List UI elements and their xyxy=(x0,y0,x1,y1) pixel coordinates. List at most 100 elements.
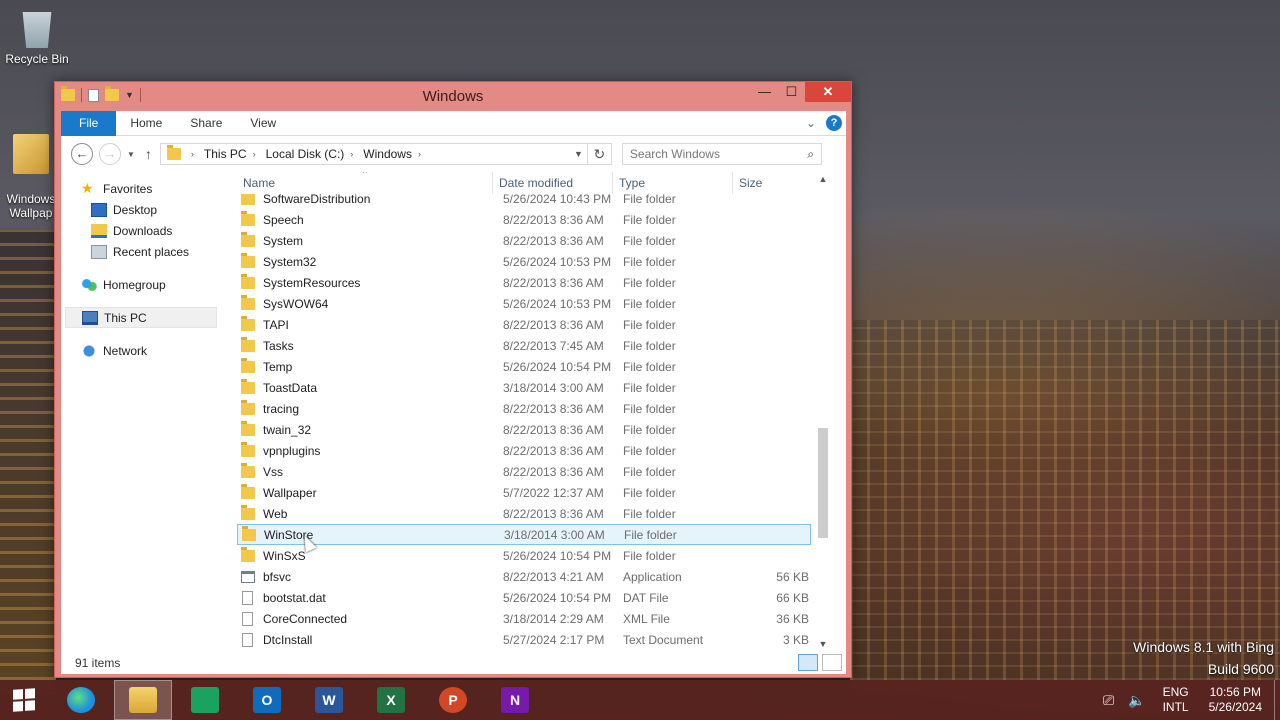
title-bar[interactable]: ▼ Windows — ☐ ✕ xyxy=(55,82,851,110)
breadcrumb-windows[interactable]: Windows xyxy=(363,147,412,161)
tab-file[interactable]: File xyxy=(61,110,117,136)
file-row[interactable]: ToastData 3/18/2014 3:00 AM File folder xyxy=(233,377,831,398)
taskbar-app-excel[interactable]: X xyxy=(362,680,420,720)
network-tray-icon[interactable]: ⎚ xyxy=(1103,692,1114,709)
file-name[interactable]: Web xyxy=(263,507,503,521)
taskbar-app-word[interactable]: W xyxy=(300,680,358,720)
nav-recent-places[interactable]: Recent places xyxy=(61,241,229,262)
file-list: SoftwareDistribution 5/26/2024 10:43 PM Fi… xyxy=(233,172,831,651)
file-row[interactable]: Web 8/22/2013 8:36 AM File folder xyxy=(233,503,831,524)
file-row[interactable]: DtcInstall 5/27/2024 2:17 PM Text Document… xyxy=(233,629,831,650)
file-name[interactable]: bfsvc xyxy=(263,570,503,584)
taskbar-app-explorer[interactable] xyxy=(114,680,172,720)
details-view-icon[interactable] xyxy=(798,654,818,671)
file-row[interactable]: Vss 8/22/2013 8:36 AM File folder xyxy=(233,461,831,482)
back-button[interactable]: ← xyxy=(71,143,93,165)
file-row[interactable]: Tasks 8/22/2013 7:45 AM File folder xyxy=(233,335,831,356)
file-name[interactable]: CoreConnected xyxy=(263,612,503,626)
tab-home[interactable]: Home xyxy=(116,111,176,136)
recent-locations-icon[interactable]: ▼ xyxy=(127,150,135,159)
minimize-button[interactable]: — xyxy=(751,82,778,102)
tab-view[interactable]: View xyxy=(236,111,290,136)
file-row[interactable]: SysWOW64 5/26/2024 10:53 PM File folder xyxy=(233,293,831,314)
maximize-button[interactable]: ☐ xyxy=(778,82,805,102)
file-name[interactable]: bootstat.dat xyxy=(263,591,503,605)
file-name[interactable]: DtcInstall xyxy=(263,633,503,647)
file-row[interactable]: CoreConnected 3/18/2014 2:29 AM XML File 36… xyxy=(233,608,831,629)
expand-ribbon-icon[interactable]: ⌄ xyxy=(806,116,816,130)
taskbar-app-powerpoint[interactable]: P xyxy=(424,680,482,720)
taskbar-app-outlook[interactable]: O xyxy=(238,680,296,720)
chevron-right-icon[interactable]: › xyxy=(350,149,353,159)
file-row[interactable]: System32 5/26/2024 10:53 PM File folder xyxy=(233,251,831,272)
file-row[interactable]: tracing 8/22/2013 8:36 AM File folder xyxy=(233,398,831,419)
address-bar[interactable]: › This PC › Local Disk (C:) › Windows › … xyxy=(159,143,588,165)
nav-homegroup[interactable]: Homegroup xyxy=(61,274,229,295)
column-header-date[interactable]: Date modified xyxy=(493,172,613,194)
file-name[interactable]: Speech xyxy=(263,213,503,227)
nav-this-pc[interactable]: This PC xyxy=(65,307,217,328)
column-header-type[interactable]: Type xyxy=(613,172,733,194)
nav-favorites[interactable]: ★ Favorites xyxy=(61,178,229,199)
breadcrumb-this-pc[interactable]: This PC xyxy=(204,147,247,161)
forward-button[interactable]: → xyxy=(99,143,121,165)
nav-downloads[interactable]: Downloads xyxy=(61,220,229,241)
taskbar-app-sheets[interactable] xyxy=(176,680,234,720)
file-name[interactable]: Tasks xyxy=(263,339,503,353)
column-header-size[interactable]: Size xyxy=(733,172,813,194)
file-row[interactable]: SystemResources 8/22/2013 8:36 AM File fol… xyxy=(233,272,831,293)
file-row[interactable]: TAPI 8/22/2013 8:36 AM File folder xyxy=(233,314,831,335)
chevron-right-icon[interactable]: › xyxy=(191,149,194,159)
file-row[interactable]: WinSxS 5/26/2024 10:54 PM File folder xyxy=(233,545,831,566)
file-row[interactable]: bfsvc 8/22/2013 4:21 AM Application 56 KB xyxy=(233,566,831,587)
file-name[interactable]: SysWOW64 xyxy=(263,297,503,311)
nav-network[interactable]: Network xyxy=(61,340,229,361)
help-icon[interactable]: ? xyxy=(826,115,842,131)
file-row[interactable]: WinStore 3/18/2014 3:00 AM File folder xyxy=(237,524,811,545)
file-name[interactable]: Vss xyxy=(263,465,503,479)
start-button[interactable] xyxy=(0,680,48,720)
file-name[interactable]: Wallpaper xyxy=(263,486,503,500)
input-language[interactable]: ENG INTL xyxy=(1163,685,1189,715)
address-history-icon[interactable]: ▼ xyxy=(574,149,583,159)
search-icon[interactable]: ⌕ xyxy=(807,147,814,162)
file-name[interactable]: tracing xyxy=(263,402,503,416)
file-row[interactable]: bootstat.dat 5/26/2024 10:54 PM DAT File 66… xyxy=(233,587,831,608)
taskbar-app-onenote[interactable]: N xyxy=(486,680,544,720)
chevron-right-icon[interactable]: › xyxy=(418,149,421,159)
clock[interactable]: 10:56 PM 5/26/2024 xyxy=(1209,685,1262,715)
show-desktop-button[interactable] xyxy=(1274,680,1280,720)
file-row[interactable]: twain_32 8/22/2013 8:36 AM File folder xyxy=(233,419,831,440)
file-name[interactable]: System xyxy=(263,234,503,248)
taskbar-app-edge[interactable] xyxy=(52,680,110,720)
tab-share[interactable]: Share xyxy=(176,111,236,136)
vertical-scrollbar[interactable]: ▲ ▼ xyxy=(815,172,831,651)
refresh-button[interactable]: ↻ xyxy=(587,143,612,165)
nav-desktop[interactable]: Desktop xyxy=(61,199,229,220)
file-row[interactable]: Speech 8/22/2013 8:36 AM File folder xyxy=(233,209,831,230)
chevron-right-icon[interactable]: › xyxy=(253,149,256,159)
file-row[interactable]: vpnplugins 8/22/2013 8:36 AM File folder xyxy=(233,440,831,461)
scroll-down-icon[interactable]: ▼ xyxy=(815,639,831,649)
file-name[interactable]: twain_32 xyxy=(263,423,503,437)
file-name[interactable]: System32 xyxy=(263,255,503,269)
large-icons-view-icon[interactable] xyxy=(822,654,842,671)
file-name[interactable]: SystemResources xyxy=(263,276,503,290)
close-button[interactable]: ✕ xyxy=(805,82,851,102)
file-name[interactable]: vpnplugins xyxy=(263,444,503,458)
file-row[interactable]: Temp 5/26/2024 10:54 PM File folder xyxy=(233,356,831,377)
file-name[interactable]: TAPI xyxy=(263,318,503,332)
file-row[interactable]: Wallpaper 5/7/2022 12:37 AM File folder xyxy=(233,482,831,503)
up-button[interactable]: ↑ xyxy=(145,146,152,162)
scrollbar-thumb[interactable] xyxy=(818,428,828,538)
search-input[interactable]: Search Windows ⌕ xyxy=(621,143,822,165)
file-name[interactable]: Temp xyxy=(263,360,503,374)
desktop-icon-recycle-bin[interactable]: Recycle Bin xyxy=(0,8,74,66)
file-name[interactable]: WinSxS xyxy=(263,549,503,563)
file-row[interactable]: System 8/22/2013 8:36 AM File folder xyxy=(233,230,831,251)
scroll-up-icon[interactable]: ▲ xyxy=(815,174,831,184)
breadcrumb-local-disk[interactable]: Local Disk (C:) xyxy=(266,147,345,161)
volume-icon[interactable]: 🔈 xyxy=(1128,692,1145,709)
view-switcher xyxy=(798,654,842,671)
file-name[interactable]: ToastData xyxy=(263,381,503,395)
